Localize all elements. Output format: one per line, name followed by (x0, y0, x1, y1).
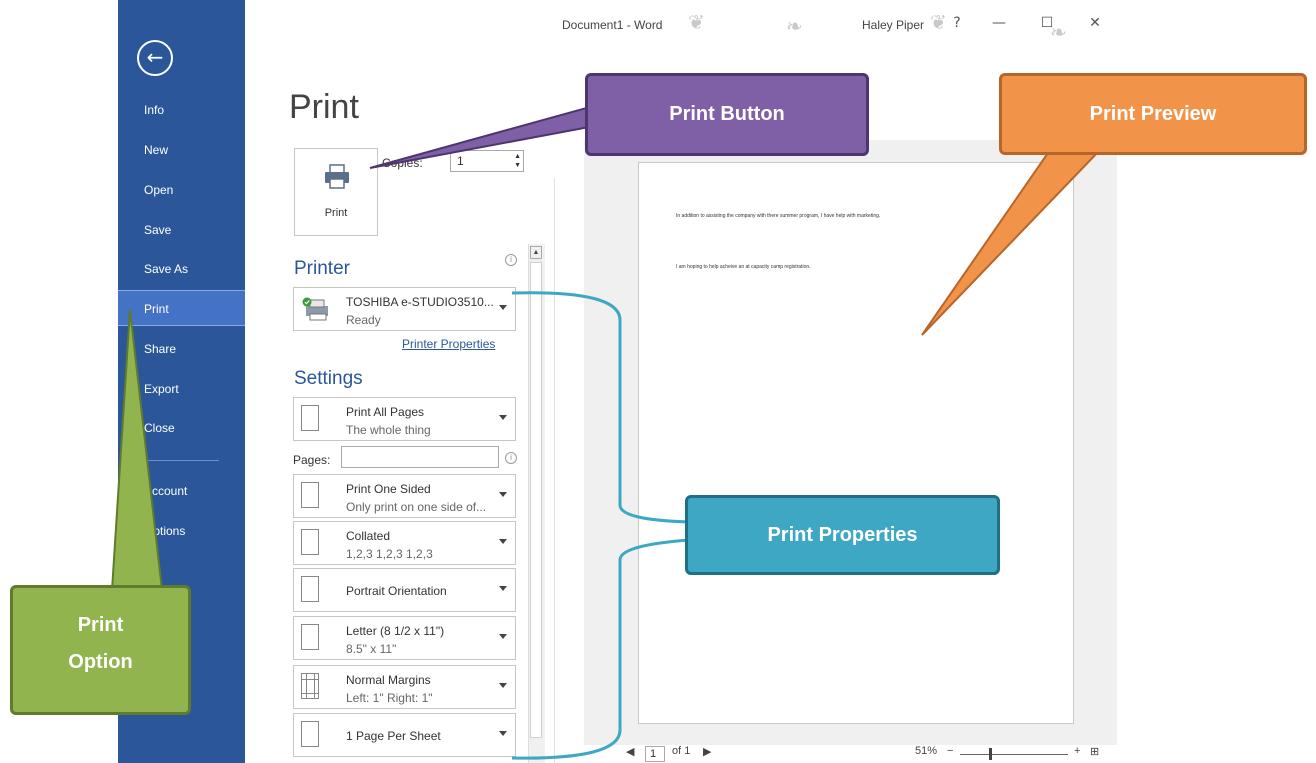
callout-line: Print (77, 614, 124, 636)
print-option-callout: Print Option (10, 585, 191, 715)
print-preview-callout: Print Preview (999, 73, 1307, 155)
print-properties-callout: Print Properties (685, 495, 1000, 575)
callout-line: Option (68, 651, 133, 673)
print-button-callout: Print Button (585, 73, 869, 156)
